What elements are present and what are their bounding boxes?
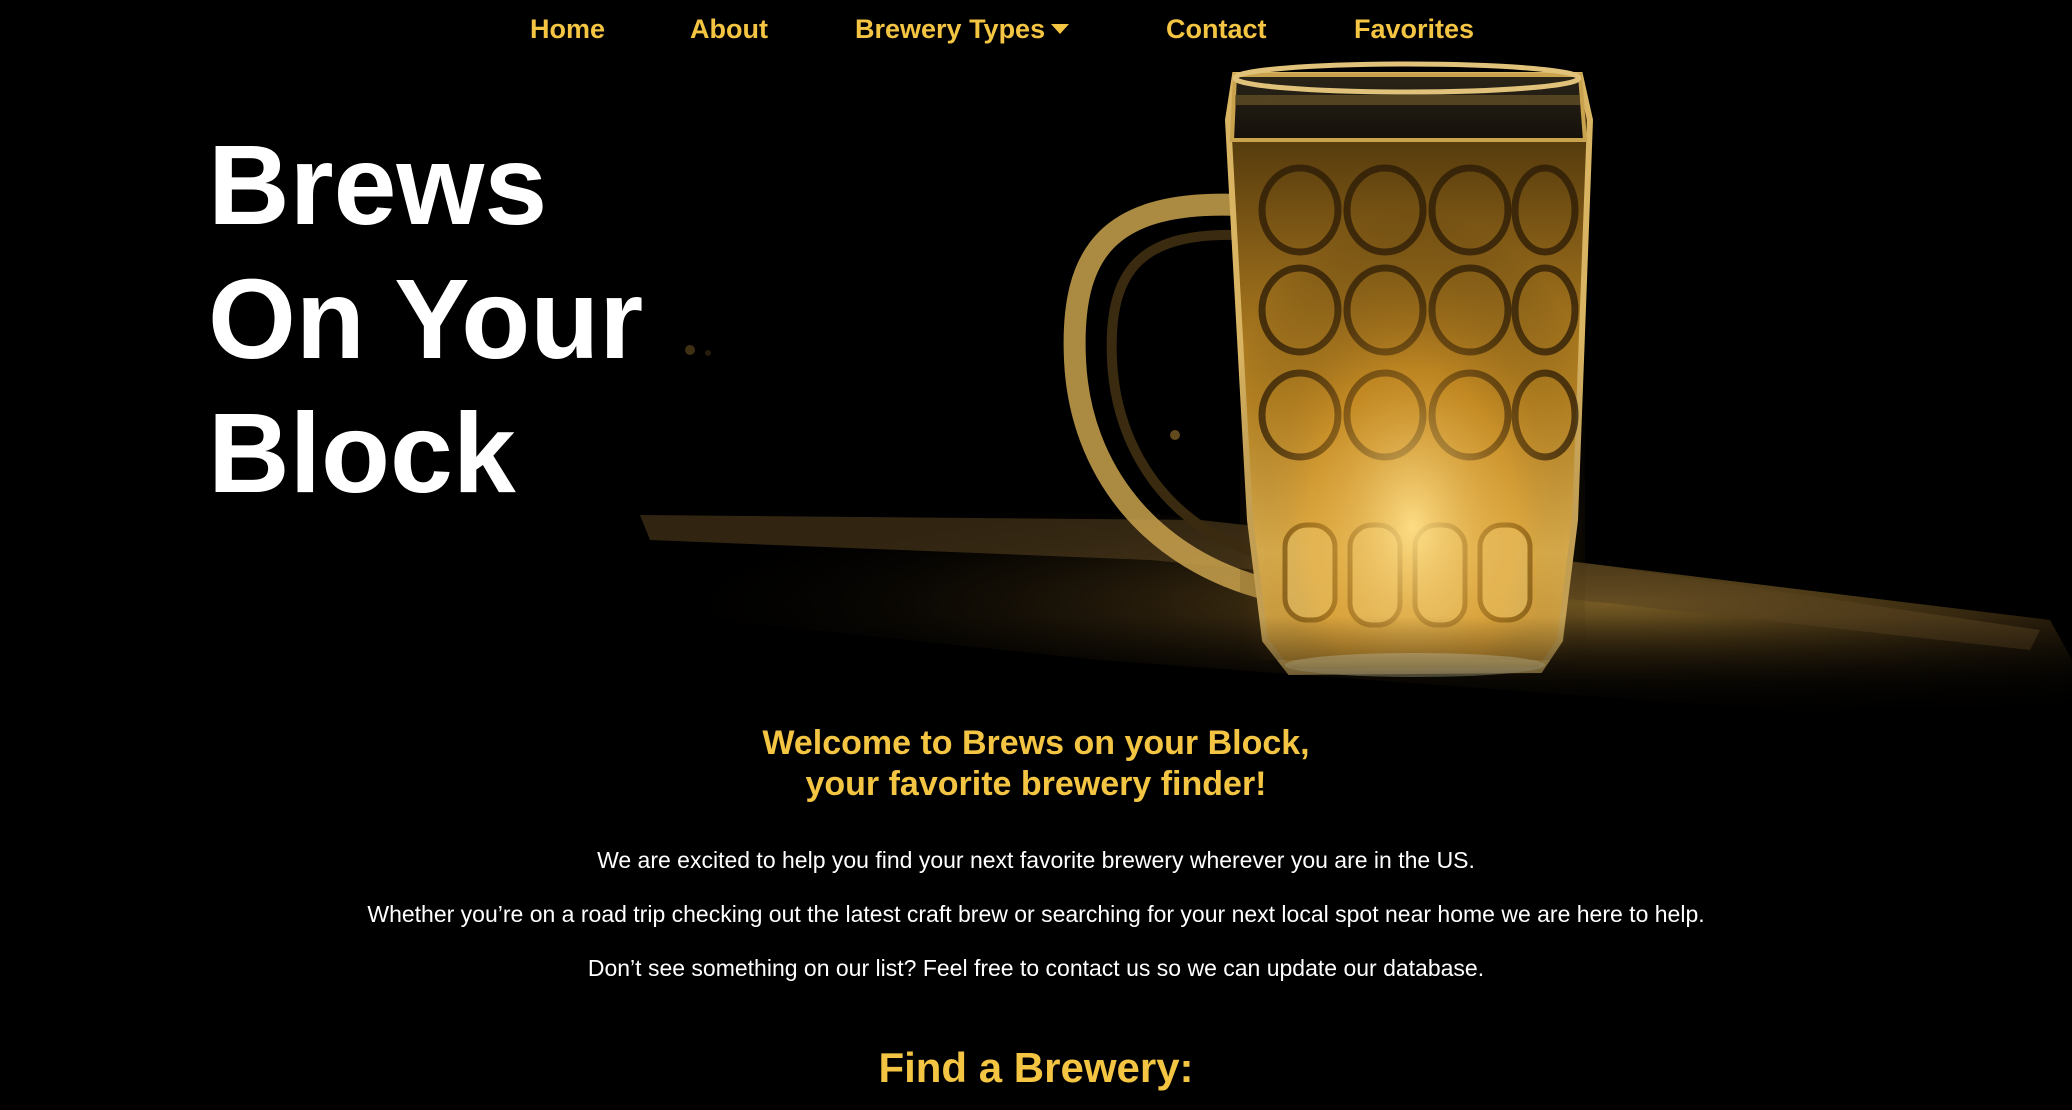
welcome-heading-line-1: Welcome to Brews on your Block, bbox=[762, 724, 1310, 762]
nav-brewery-types-dropdown[interactable]: Brewery Types bbox=[855, 12, 1070, 46]
intro-paragraph-3: Don’t see something on our list? Feel fr… bbox=[587, 955, 1485, 981]
welcome-heading-line-2: your favorite brewery finder! bbox=[805, 765, 1267, 803]
intro-paragraph-1: We are excited to help you find your nex… bbox=[597, 847, 1475, 873]
nav-about-link[interactable]: About bbox=[690, 12, 768, 46]
welcome-section: Welcome to Brews on your Block, your fav… bbox=[0, 723, 2072, 805]
nav-contact-link[interactable]: Contact bbox=[1166, 12, 1267, 46]
nav-home-link[interactable]: Home bbox=[530, 12, 605, 46]
nav-brewery-types-label: Brewery Types bbox=[855, 14, 1046, 44]
hero-section: Home About Brewery Types Contact Favorit… bbox=[0, 0, 2072, 725]
hero-title: Brews On Your Block bbox=[208, 118, 643, 520]
hero-title-line-2: On Your bbox=[208, 256, 644, 382]
main-nav: Home About Brewery Types Contact Favorit… bbox=[0, 0, 2072, 60]
hero-title-line-3: Block bbox=[208, 390, 516, 516]
caret-down-icon bbox=[1051, 23, 1070, 34]
welcome-heading: Welcome to Brews on your Block, your fav… bbox=[0, 723, 2072, 805]
page: Home About Brewery Types Contact Favorit… bbox=[0, 0, 2072, 1110]
hero-title-line-1: Brews bbox=[208, 122, 548, 248]
nav-favorites-link[interactable]: Favorites bbox=[1354, 12, 1474, 46]
intro-paragraph-2: Whether you’re on a road trip checking o… bbox=[367, 901, 1705, 927]
find-brewery-heading: Find a Brewery: bbox=[878, 1044, 1194, 1091]
